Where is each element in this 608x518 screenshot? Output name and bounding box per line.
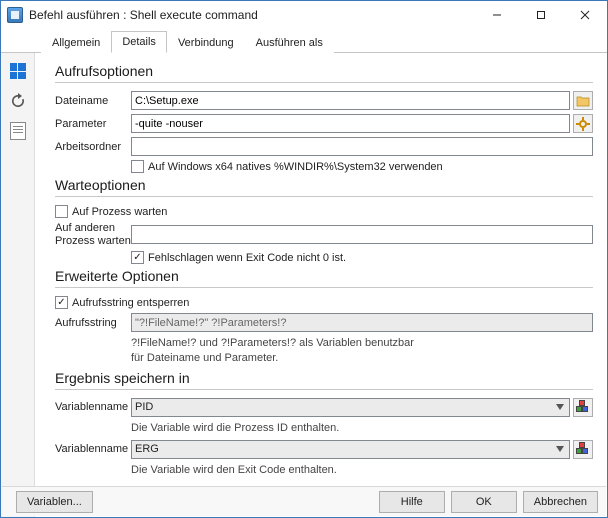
unlock-callstring-label: Aufrufsstring entsperren [72,297,189,309]
folder-icon [576,94,590,108]
section-warteoptionen-title: Warteoptionen [55,177,593,193]
exitcode-fail-checkbox[interactable] [131,251,144,264]
browse-file-button[interactable] [573,91,593,110]
tab-details[interactable]: Details [111,31,167,53]
reload-button[interactable] [6,89,30,113]
parameter-label: Parameter [55,118,131,130]
section-ergebnis-title: Ergebnis speichern in [55,370,593,386]
var2-combo-value: ERG [135,443,552,455]
tab-verbindung[interactable]: Verbindung [167,32,245,53]
document-icon [10,122,26,140]
left-toolbar [1,53,35,517]
tab-ausfuehren-als[interactable]: Ausführen als [245,32,334,53]
var1-note: Die Variable wird die Prozess ID enthalt… [131,421,593,436]
var1-picker-button[interactable] [573,398,593,417]
wait-other-input[interactable] [131,225,593,244]
title-bar: Befehl ausführen : Shell execute command [1,1,607,29]
x64-checkbox[interactable] [131,160,144,173]
window-title: Befehl ausführen : Shell execute command [29,8,475,22]
close-button[interactable] [563,1,607,29]
dialog-footer: Variablen... Hilfe OK Abbrechen [2,486,606,516]
minimize-button[interactable] [475,1,519,29]
filename-input[interactable] [131,91,570,110]
cancel-button[interactable]: Abbrechen [523,491,598,513]
chevron-down-icon [552,400,567,415]
callstring-input[interactable] [131,313,593,332]
var2-label: Variablenname [55,443,131,455]
help-button[interactable]: Hilfe [379,491,445,513]
app-icon [7,7,23,23]
notes-button[interactable] [6,119,30,143]
reload-icon [10,93,26,109]
callstring-note: ?!FileName!? und ?!Parameters!? als Vari… [131,336,593,366]
unlock-callstring-checkbox[interactable] [55,296,68,309]
wait-process-label: Auf Prozess warten [72,206,167,218]
exitcode-fail-label: Fehlschlagen wenn Exit Code nicht 0 ist. [148,252,346,264]
wait-other-label: Auf anderen Prozess warten [55,222,131,247]
var2-picker-button[interactable] [573,440,593,459]
filename-label: Dateiname [55,95,131,107]
section-erweiterte-title: Erweiterte Optionen [55,268,593,284]
var1-combo[interactable]: PID [131,398,570,417]
cubes-icon [576,442,590,456]
chevron-down-icon [552,442,567,457]
tab-strip: Allgemein Details Verbindung Ausführen a… [1,29,607,53]
ok-button[interactable]: OK [451,491,517,513]
maximize-button[interactable] [519,1,563,29]
tiles-button[interactable] [6,59,30,83]
workdir-input[interactable] [131,137,593,156]
tiles-icon [10,63,26,79]
content-area: Aufrufsoptionen Dateiname Parameter Arbe… [35,53,607,517]
wait-process-checkbox[interactable] [55,205,68,218]
parameter-input[interactable] [131,114,570,133]
var2-note: Die Variable wird den Exit Code enthalte… [131,463,593,478]
var1-label: Variablenname [55,401,131,413]
cubes-icon [576,400,590,414]
gear-icon [576,117,590,131]
workdir-label: Arbeitsordner [55,141,131,153]
parameter-settings-button[interactable] [573,114,593,133]
var2-combo[interactable]: ERG [131,440,570,459]
var1-combo-value: PID [135,401,552,413]
tab-allgemein[interactable]: Allgemein [41,32,111,53]
section-aufrufsoptionen-title: Aufrufsoptionen [55,63,593,79]
x64-checkbox-label: Auf Windows x64 natives %WINDIR%\System3… [148,161,443,173]
variables-button[interactable]: Variablen... [16,491,93,513]
callstring-label: Aufrufsstring [55,317,131,329]
